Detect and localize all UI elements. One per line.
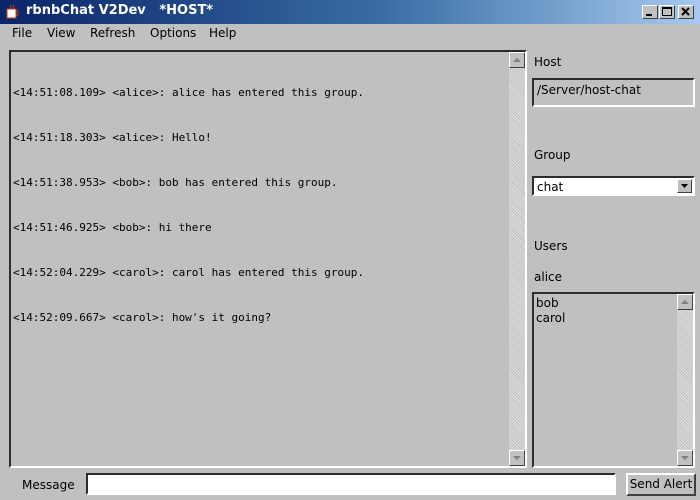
chat-line: <14:51:46.925> <bob>: hi there — [13, 221, 212, 234]
chat-scrollbar[interactable] — [509, 52, 525, 466]
menu-view[interactable]: View — [47, 26, 75, 40]
host-label: Host — [534, 55, 562, 69]
list-item[interactable]: bob — [536, 296, 559, 310]
host-value: /Server/host-chat — [537, 83, 641, 97]
chat-log[interactable]: <14:51:08.109> <alice>: alice has entere… — [9, 50, 527, 468]
chat-line: <14:52:09.667> <carol>: how's it going? — [13, 311, 272, 324]
arrow-up-icon — [513, 58, 521, 62]
users-scrollbar[interactable] — [677, 294, 693, 466]
group-select[interactable]: chat — [532, 176, 695, 196]
minimize-icon — [646, 14, 652, 16]
scroll-down-button[interactable] — [509, 450, 525, 466]
chat-line: <14:52:04.229> <carol>: carol has entere… — [13, 266, 364, 279]
arrow-down-icon — [681, 456, 689, 460]
chat-lines: <14:51:08.109> <alice>: alice has entere… — [13, 55, 364, 355]
scroll-up-button[interactable] — [509, 52, 525, 68]
window-title: rbnbChat V2Dev *HOST* — [26, 3, 214, 18]
group-selected-value: chat — [537, 180, 564, 194]
close-button[interactable] — [678, 5, 694, 19]
scroll-down-button[interactable] — [677, 450, 693, 466]
group-dropdown-button[interactable] — [677, 179, 692, 193]
menu-file[interactable]: File — [12, 26, 32, 40]
menu-refresh[interactable]: Refresh — [90, 26, 135, 40]
close-icon — [681, 7, 690, 16]
user-list[interactable]: bob carol — [532, 292, 695, 468]
chat-line: <14:51:18.303> <alice>: Hello! — [13, 131, 212, 144]
chevron-down-icon — [681, 184, 688, 188]
host-field[interactable]: /Server/host-chat — [532, 78, 695, 107]
coffee-cup-icon — [6, 4, 19, 19]
minimize-button[interactable] — [642, 5, 658, 19]
menu-bar: File View Refresh Options Help — [0, 24, 700, 44]
group-label: Group — [534, 148, 571, 162]
message-label: Message — [22, 478, 75, 492]
message-input[interactable] — [86, 473, 616, 495]
send-alert-button[interactable]: Send Alert — [626, 473, 696, 496]
users-label: Users — [534, 239, 568, 253]
chat-line: <14:51:38.953> <bob>: bob has entered th… — [13, 176, 338, 189]
maximize-icon — [662, 7, 672, 16]
menu-help[interactable]: Help — [209, 26, 236, 40]
menu-options[interactable]: Options — [150, 26, 196, 40]
title-bar[interactable]: rbnbChat V2Dev *HOST* — [0, 0, 700, 24]
scroll-up-button[interactable] — [677, 294, 693, 310]
arrow-down-icon — [513, 456, 521, 460]
chat-line: <14:51:08.109> <alice>: alice has entere… — [13, 86, 364, 99]
maximize-button[interactable] — [659, 5, 675, 19]
arrow-up-icon — [681, 300, 689, 304]
current-user: alice — [534, 270, 563, 284]
list-item[interactable]: carol — [536, 311, 565, 325]
